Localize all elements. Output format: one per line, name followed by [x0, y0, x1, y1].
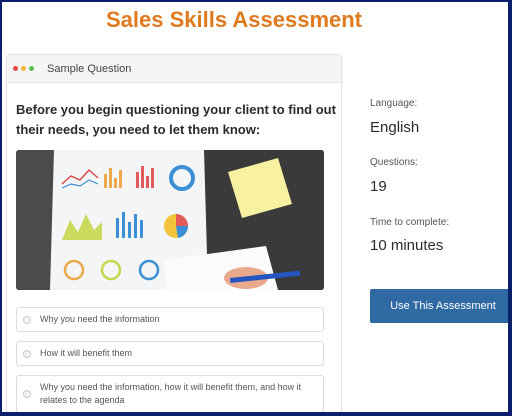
card-header-label: Sample Question: [47, 62, 132, 75]
radio-button-icon[interactable]: [23, 315, 31, 324]
answer-option-3[interactable]: Why you need the information, how it wil…: [16, 375, 324, 412]
use-assessment-button[interactable]: Use This Assessment: [370, 289, 508, 323]
answer-option-2[interactable]: How it will benefit them: [16, 341, 324, 366]
language-label: Language:: [370, 98, 418, 109]
sample-question-card: Sample Question Before you begin questio…: [6, 54, 342, 412]
questions-value: 19: [370, 178, 387, 195]
answer-option-1[interactable]: Why you need the information: [16, 307, 324, 332]
question-text: Before you begin questioning your client…: [16, 102, 336, 137]
maximize-dot-icon: [29, 66, 34, 71]
questions-label: Questions:: [370, 157, 418, 168]
app-frame: Sales Skills Assessment Sample Question …: [0, 0, 512, 416]
time-label: Time to complete:: [370, 217, 450, 228]
close-dot-icon: [13, 66, 18, 71]
time-value: 10 minutes: [370, 237, 444, 254]
radio-button-icon[interactable]: [23, 390, 31, 398]
report-charts-photo-icon: [16, 150, 324, 290]
card-header: Sample Question: [7, 55, 341, 83]
answer-option-label: Why you need the information: [40, 314, 160, 324]
language-value: English: [370, 119, 420, 136]
radio-button-icon[interactable]: [23, 349, 31, 358]
answer-option-label: Why you need the information, how it wil…: [40, 382, 302, 405]
answer-option-label: How it will benefit them: [40, 348, 133, 358]
question-image: [16, 150, 324, 290]
page-title: Sales Skills Assessment: [106, 7, 363, 32]
minimize-dot-icon: [21, 66, 26, 71]
